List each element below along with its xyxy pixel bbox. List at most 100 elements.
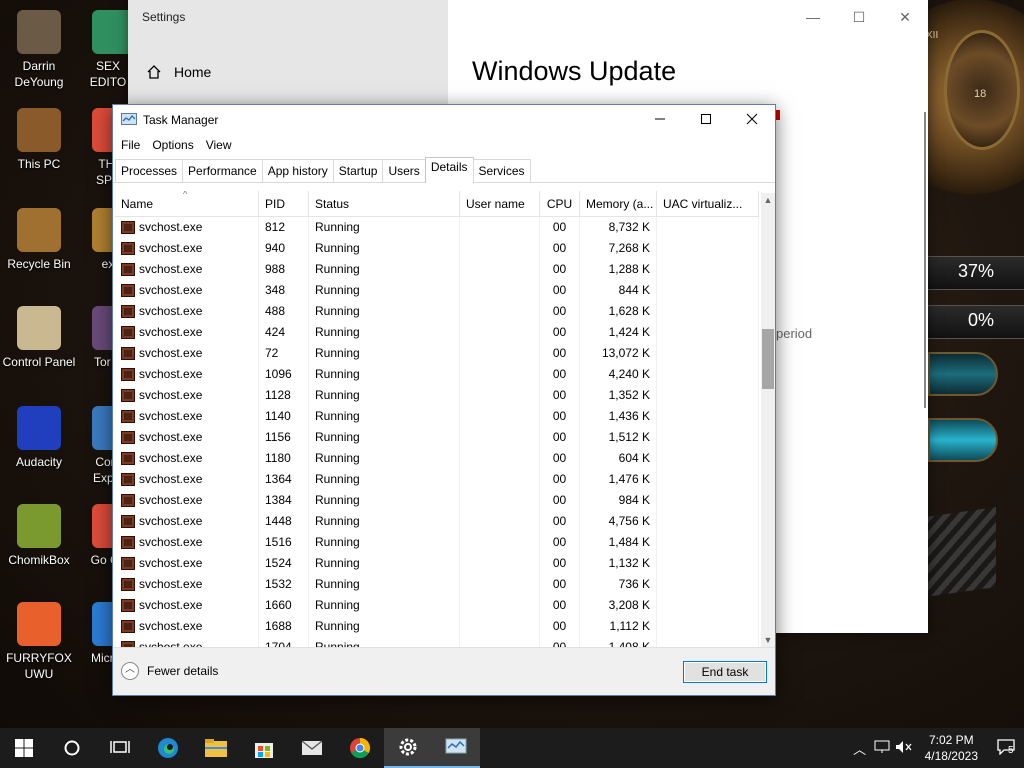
tab-app-history[interactable]: App history: [261, 159, 334, 182]
task-view-button[interactable]: [96, 728, 144, 768]
desktop-icon[interactable]: Recycle Bin: [0, 208, 78, 272]
task-manager-taskbar-button[interactable]: [432, 728, 480, 768]
process-name-cell: svchost.exe: [115, 322, 259, 343]
cell-user: [460, 448, 540, 469]
cell-pid: 1704: [259, 637, 309, 647]
table-row[interactable]: svchost.exe 1532 Running 00 736 K: [115, 574, 759, 595]
minimize-button[interactable]: [637, 105, 683, 135]
table-row[interactable]: svchost.exe 72 Running 00 13,072 K: [115, 343, 759, 364]
scroll-up-icon[interactable]: ▲: [761, 195, 775, 205]
settings-scrollbar[interactable]: [924, 112, 926, 408]
fewer-details-button[interactable]: ︿ Fewer details: [121, 662, 218, 680]
cell-cpu: 00: [540, 595, 580, 616]
process-name-cell: svchost.exe: [115, 280, 259, 301]
cell-uac: [657, 238, 759, 259]
column-header-status[interactable]: Status: [309, 191, 460, 216]
clock[interactable]: 7:02 PM 4/18/2023: [915, 732, 988, 764]
mail-taskbar-button[interactable]: [288, 728, 336, 768]
desktop-icon[interactable]: This PC: [0, 108, 78, 172]
cell-status: Running: [309, 364, 460, 385]
tab-users[interactable]: Users: [382, 159, 426, 182]
settings-minimize-button[interactable]: —: [790, 4, 836, 30]
table-row[interactable]: svchost.exe 1140 Running 00 1,436 K: [115, 406, 759, 427]
cell-user: [460, 427, 540, 448]
desktop-icon[interactable]: SEX EDITO: [86, 10, 130, 90]
close-button[interactable]: [729, 105, 775, 135]
table-row[interactable]: svchost.exe 348 Running 00 844 K: [115, 280, 759, 301]
maximize-button[interactable]: [683, 105, 729, 135]
end-task-button[interactable]: End task: [683, 661, 767, 683]
desktop-icon[interactable]: ChomikBox: [0, 504, 78, 568]
menu-item-file[interactable]: File: [121, 138, 140, 152]
cell-pid: 1180: [259, 448, 309, 469]
process-name: svchost.exe: [139, 598, 203, 612]
scroll-down-icon[interactable]: ▼: [761, 635, 775, 645]
search-button[interactable]: [48, 728, 96, 768]
table-row[interactable]: svchost.exe 1688 Running 00 1,112 K: [115, 616, 759, 637]
scrollbar-thumb[interactable]: [762, 329, 774, 389]
tab-details[interactable]: Details: [424, 157, 474, 183]
tab-processes[interactable]: Processes: [115, 159, 184, 182]
settings-maximize-button[interactable]: ☐: [836, 4, 882, 30]
table-row[interactable]: svchost.exe 1524 Running 00 1,132 K: [115, 553, 759, 574]
process-name-cell: svchost.exe: [115, 595, 259, 616]
desktop-icon[interactable]: Darrin DeYoung: [0, 10, 78, 90]
tab-strip: Processes Performance App history Startup Us…: [113, 157, 775, 183]
column-header-cpu[interactable]: CPU: [540, 191, 580, 216]
column-header-uac[interactable]: UAC virtualiz...: [657, 191, 759, 216]
table-row[interactable]: svchost.exe 1384 Running 00 984 K: [115, 490, 759, 511]
cell-user: [460, 637, 540, 647]
cell-user: [460, 532, 540, 553]
cell-cpu: 00: [540, 574, 580, 595]
table-row[interactable]: svchost.exe 988 Running 00 1,288 K: [115, 259, 759, 280]
table-row[interactable]: svchost.exe 940 Running 00 7,268 K: [115, 238, 759, 259]
cpu-meter-value: 37%: [957, 261, 994, 281]
network-icon[interactable]: [871, 740, 893, 757]
tab-performance[interactable]: Performance: [182, 159, 263, 182]
menu-item-view[interactable]: View: [206, 138, 232, 152]
cell-status: Running: [309, 385, 460, 406]
table-row[interactable]: svchost.exe 424 Running 00 1,424 K: [115, 322, 759, 343]
table-row[interactable]: svchost.exe 1448 Running 00 4,756 K: [115, 511, 759, 532]
task-manager-titlebar[interactable]: Task Manager: [113, 105, 775, 135]
cell-pid: 1364: [259, 469, 309, 490]
table-row[interactable]: svchost.exe 1516 Running 00 1,484 K: [115, 532, 759, 553]
process-name-cell: svchost.exe: [115, 553, 259, 574]
edge-taskbar-button[interactable]: [144, 728, 192, 768]
table-row[interactable]: svchost.exe 1180 Running 00 604 K: [115, 448, 759, 469]
notification-center-button[interactable]: 5: [988, 738, 1024, 758]
store-taskbar-button[interactable]: [240, 728, 288, 768]
desktop-icon[interactable]: Control Panel: [0, 306, 78, 370]
table-row[interactable]: svchost.exe 1156 Running 00 1,512 K: [115, 427, 759, 448]
task-manager-footer: ︿ Fewer details End task: [113, 647, 775, 695]
steampunk-pipes-decoration: [926, 507, 996, 597]
table-row[interactable]: svchost.exe 1096 Running 00 4,240 K: [115, 364, 759, 385]
desktop-icon[interactable]: FURRYFOX UWU: [0, 602, 78, 682]
column-header-user[interactable]: User name: [460, 191, 540, 216]
chrome-taskbar-button[interactable]: [336, 728, 384, 768]
tab-startup[interactable]: Startup: [332, 159, 384, 182]
cell-mem: 7,268 K: [580, 238, 657, 259]
table-row[interactable]: svchost.exe 488 Running 00 1,628 K: [115, 301, 759, 322]
table-row[interactable]: svchost.exe 1364 Running 00 1,476 K: [115, 469, 759, 490]
start-button[interactable]: [0, 728, 48, 768]
table-row[interactable]: svchost.exe 1704 Running 00 1,408 K: [115, 637, 759, 647]
settings-taskbar-button[interactable]: [384, 728, 432, 768]
settings-close-button[interactable]: ✕: [882, 4, 928, 30]
vertical-scrollbar[interactable]: ▲ ▼: [761, 193, 775, 647]
menu-item-options[interactable]: Options: [152, 138, 193, 152]
tab-services[interactable]: Services: [472, 159, 531, 182]
cell-user: [460, 322, 540, 343]
process-name: svchost.exe: [139, 325, 203, 339]
settings-home-link[interactable]: Home: [146, 64, 211, 80]
column-header-mem[interactable]: Memory (a...: [580, 191, 657, 216]
file-explorer-taskbar-button[interactable]: [192, 728, 240, 768]
column-header-pid[interactable]: PID: [259, 191, 309, 216]
cell-cpu: 00: [540, 469, 580, 490]
volume-muted-icon[interactable]: [893, 740, 915, 757]
show-hidden-icons-icon[interactable]: ︿: [849, 739, 871, 758]
desktop-icon[interactable]: Audacity: [0, 406, 78, 470]
table-row[interactable]: svchost.exe 812 Running 00 8,732 K: [115, 217, 759, 238]
table-row[interactable]: svchost.exe 1128 Running 00 1,352 K: [115, 385, 759, 406]
table-row[interactable]: svchost.exe 1660 Running 00 3,208 K: [115, 595, 759, 616]
